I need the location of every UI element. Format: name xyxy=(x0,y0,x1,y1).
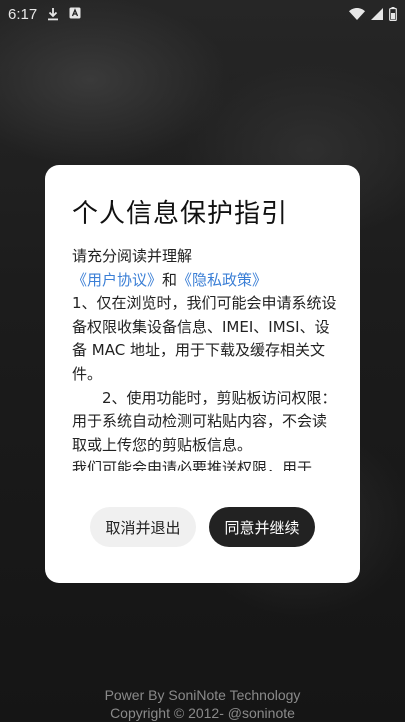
links-line: 《用户协议》和《隐私政策》 xyxy=(72,269,337,293)
notification-a-icon xyxy=(69,5,81,23)
paragraph-1: 1、仅在浏览时，我们可能会申请系统设备权限收集设备信息、IMEI、IMSI、设备… xyxy=(72,294,337,383)
dialog-scroll-content[interactable]: 请充分阅读并理解 《用户协议》和《隐私政策》 1、仅在浏览时，我们可能会申请系统… xyxy=(72,245,337,471)
agree-continue-button[interactable]: 同意并继续 xyxy=(209,507,315,547)
user-agreement-link[interactable]: 《用户协议》 xyxy=(72,271,162,289)
privacy-dialog: 个人信息保护指引 请充分阅读并理解 《用户协议》和《隐私政策》 1、仅在浏览时，… xyxy=(45,165,360,583)
privacy-policy-link[interactable]: 《隐私政策》 xyxy=(177,271,267,289)
paragraph-2: 2、使用功能时，剪贴板访问权限：用于系统自动检测可粘贴内容，不会读取或上传您的剪… xyxy=(72,388,337,454)
battery-icon xyxy=(389,7,397,21)
signal-icon xyxy=(371,8,383,20)
cancel-exit-button[interactable]: 取消并退出 xyxy=(90,507,196,547)
and-text: 和 xyxy=(162,270,178,289)
footer-copyright: Copyright © 2012- @soninote xyxy=(110,705,295,721)
paragraph-3: 我们可能会申请必要推送权限，用于 xyxy=(72,459,313,471)
status-time: 6:17 xyxy=(8,5,38,23)
status-bar: 6:17 xyxy=(0,0,405,28)
wifi-icon xyxy=(349,8,365,20)
download-icon xyxy=(47,7,59,21)
dialog-title: 个人信息保护指引 xyxy=(72,199,289,229)
footer-power-by: Power By SoniNote Technology xyxy=(104,687,301,703)
intro-text: 请充分阅读并理解 xyxy=(72,247,193,265)
footer: Power By SoniNote Technology Copyright ©… xyxy=(0,686,405,722)
